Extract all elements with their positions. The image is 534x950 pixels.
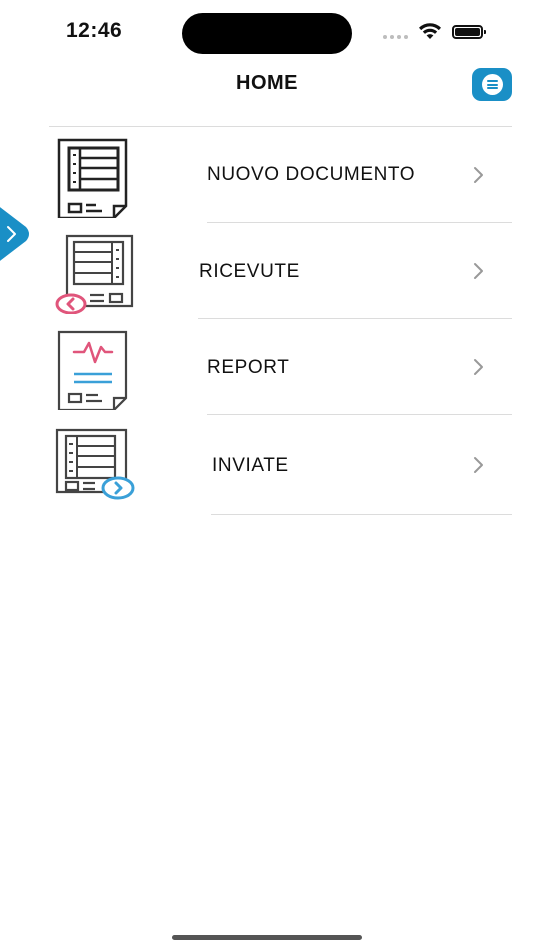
- sent-documents-icon: [55, 428, 135, 500]
- menu-item-inviate[interactable]: INVIATE: [49, 416, 512, 514]
- new-document-icon: [57, 138, 128, 218]
- cellular-signal-icon: [383, 35, 408, 39]
- report-document-icon: [57, 330, 128, 410]
- status-bar: 12:46: [0, 0, 534, 60]
- wifi-icon: [419, 23, 441, 39]
- menu-button[interactable]: [472, 68, 512, 101]
- menu-item-ricevute[interactable]: RICEVUTE: [49, 224, 512, 319]
- dynamic-island: [182, 13, 352, 54]
- menu-item-nuovo-documento[interactable]: NUOVO DOCUMENTO: [49, 128, 512, 223]
- menu-item-label: NUOVO DOCUMENTO: [207, 164, 416, 185]
- menu-item-label: INVIATE: [212, 455, 289, 476]
- row-divider: [207, 414, 512, 415]
- menu-item-label: REPORT: [207, 357, 290, 378]
- chevron-right-icon: [474, 359, 483, 375]
- chevron-right-icon: [474, 263, 483, 279]
- menu-item-report[interactable]: REPORT: [49, 320, 512, 415]
- battery-icon: [452, 25, 486, 39]
- row-divider: [211, 514, 512, 515]
- side-drawer-toggle[interactable]: [0, 198, 34, 270]
- home-indicator[interactable]: [172, 935, 362, 940]
- menu-item-label: RICEVUTE: [199, 261, 300, 282]
- row-divider: [207, 222, 512, 223]
- chevron-right-icon: [474, 457, 483, 473]
- header-divider: [49, 126, 512, 127]
- chevron-right-icon: [474, 167, 483, 183]
- page-title: HOME: [236, 72, 298, 94]
- list-menu-icon: [481, 74, 503, 95]
- received-documents-icon: [55, 234, 134, 314]
- status-time: 12:46: [66, 19, 123, 42]
- row-divider: [198, 318, 512, 319]
